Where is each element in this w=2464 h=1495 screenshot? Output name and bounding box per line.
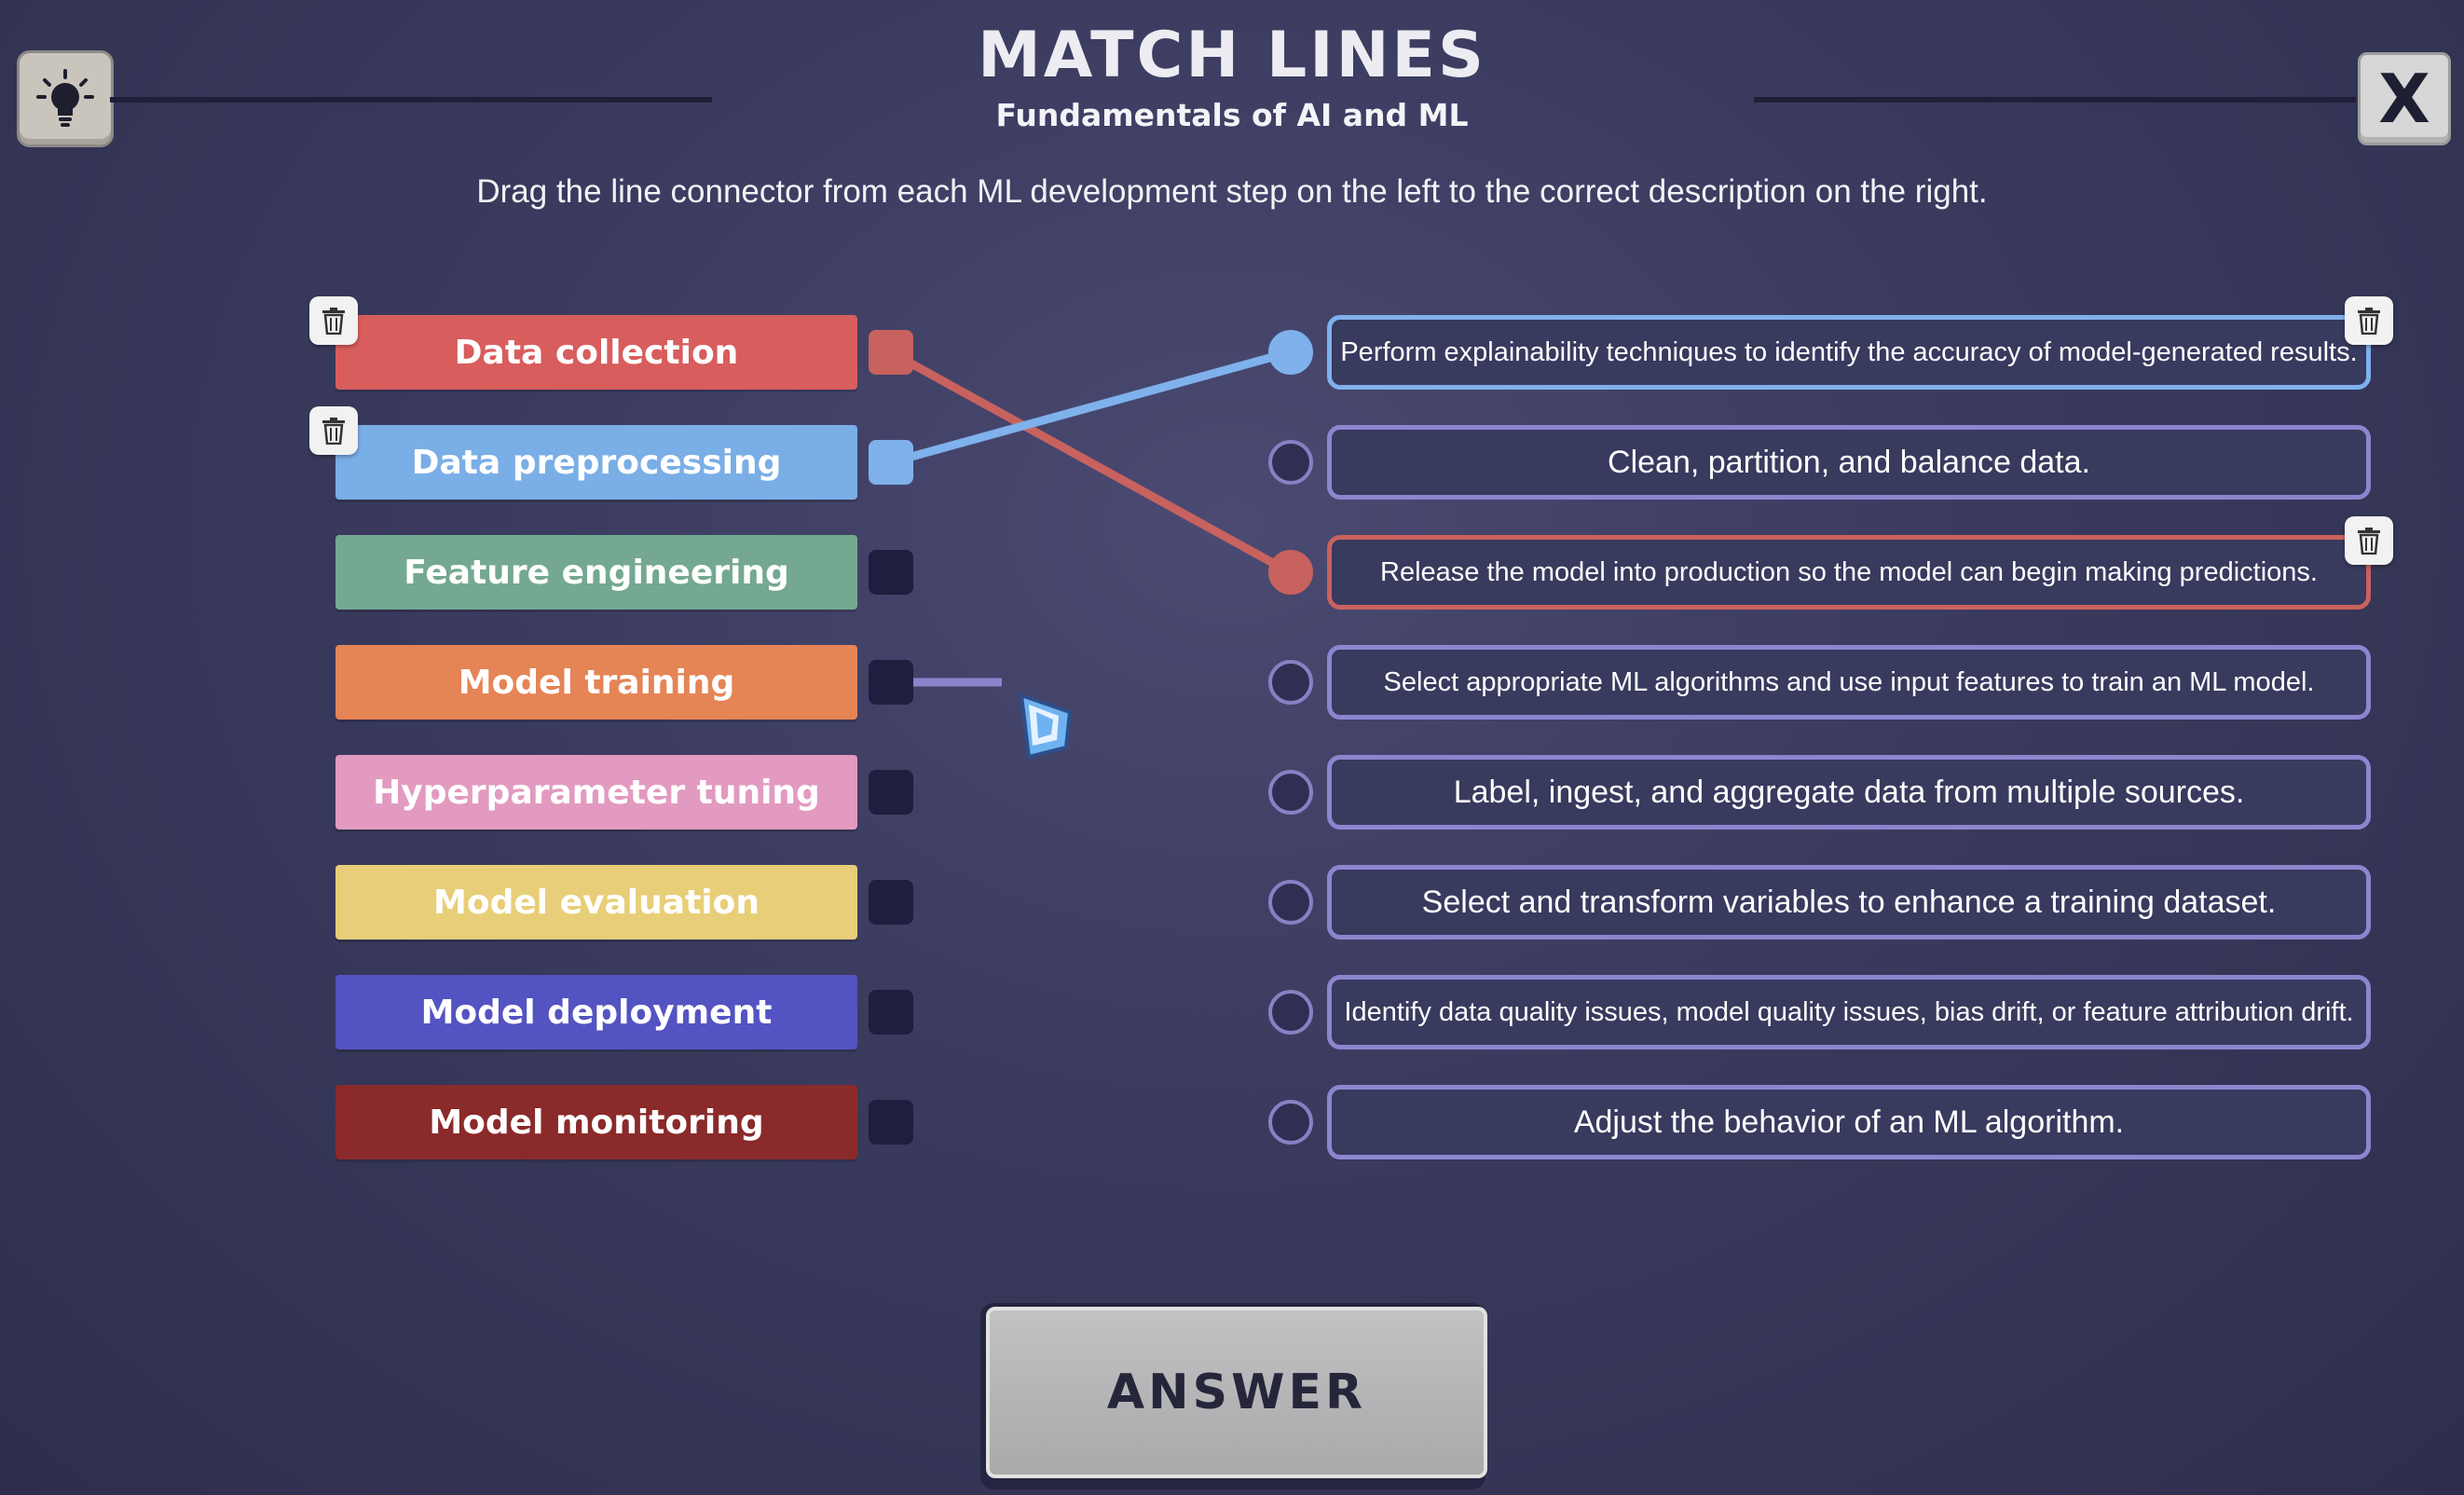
answer-button[interactable]: ANSWER	[986, 1307, 1487, 1478]
step-model-training[interactable]: Model training	[335, 645, 857, 720]
description-2[interactable]: Clean, partition, and balance data.	[1327, 425, 2371, 500]
step-data-preprocessing[interactable]: Data preprocessing	[335, 425, 857, 500]
description-1[interactable]: Perform explainability techniques to ide…	[1327, 315, 2371, 390]
connector-model-training[interactable]	[869, 660, 913, 705]
description-3[interactable]: Release the model into production so the…	[1327, 535, 2371, 610]
step-model-deployment[interactable]: Model deployment	[335, 975, 857, 1049]
connection-line-data-collection	[886, 348, 1294, 577]
description-5[interactable]: Label, ingest, and aggregate data from m…	[1327, 755, 2371, 830]
connector-hyperparameter-tuning[interactable]	[869, 770, 913, 815]
connector-data-collection[interactable]	[869, 330, 913, 375]
description-6[interactable]: Select and transform variables to enhanc…	[1327, 865, 2371, 940]
step-hyperparameter-tuning[interactable]: Hyperparameter tuning	[335, 755, 857, 830]
step-feature-engineering[interactable]: Feature engineering	[335, 535, 857, 610]
step-data-collection[interactable]: Data collection	[335, 315, 857, 390]
description-8[interactable]: Adjust the behavior of an ML algorithm.	[1327, 1085, 2371, 1159]
trash-icon	[2358, 528, 2380, 555]
description-dot-5[interactable]	[1268, 770, 1313, 815]
step-model-evaluation[interactable]: Model evaluation	[335, 865, 857, 940]
connector-model-monitoring[interactable]	[869, 1100, 913, 1145]
connector-model-evaluation[interactable]	[869, 880, 913, 925]
trash-icon	[322, 418, 345, 445]
description-4[interactable]: Select appropriate ML algorithms and use…	[1327, 645, 2371, 720]
delete-connection-data-collection-button[interactable]	[309, 296, 358, 345]
description-dot-2[interactable]	[1268, 440, 1313, 485]
connector-data-preprocessing[interactable]	[869, 440, 913, 485]
description-dot-4[interactable]	[1268, 660, 1313, 705]
description-dot-8[interactable]	[1268, 1100, 1313, 1145]
connector-feature-engineering[interactable]	[869, 550, 913, 595]
connection-lines	[886, 348, 1294, 687]
description-dot-3[interactable]	[1268, 550, 1313, 595]
trash-icon	[2358, 308, 2380, 335]
delete-connection-description-1-button[interactable]	[2345, 296, 2393, 345]
drag-hand-cursor-icon	[1016, 690, 1081, 769]
delete-connection-description-3-button[interactable]	[2345, 516, 2393, 565]
description-dot-1[interactable]	[1268, 330, 1313, 375]
description-dot-6[interactable]	[1268, 880, 1313, 925]
step-model-monitoring[interactable]: Model monitoring	[335, 1085, 857, 1159]
description-7[interactable]: Identify data quality issues, model qual…	[1327, 975, 2371, 1049]
connection-line-data-preprocessing	[886, 348, 1294, 467]
connector-model-deployment[interactable]	[869, 990, 913, 1035]
delete-connection-data-preprocessing-button[interactable]	[309, 406, 358, 455]
description-dot-7[interactable]	[1268, 990, 1313, 1035]
trash-icon	[322, 308, 345, 335]
